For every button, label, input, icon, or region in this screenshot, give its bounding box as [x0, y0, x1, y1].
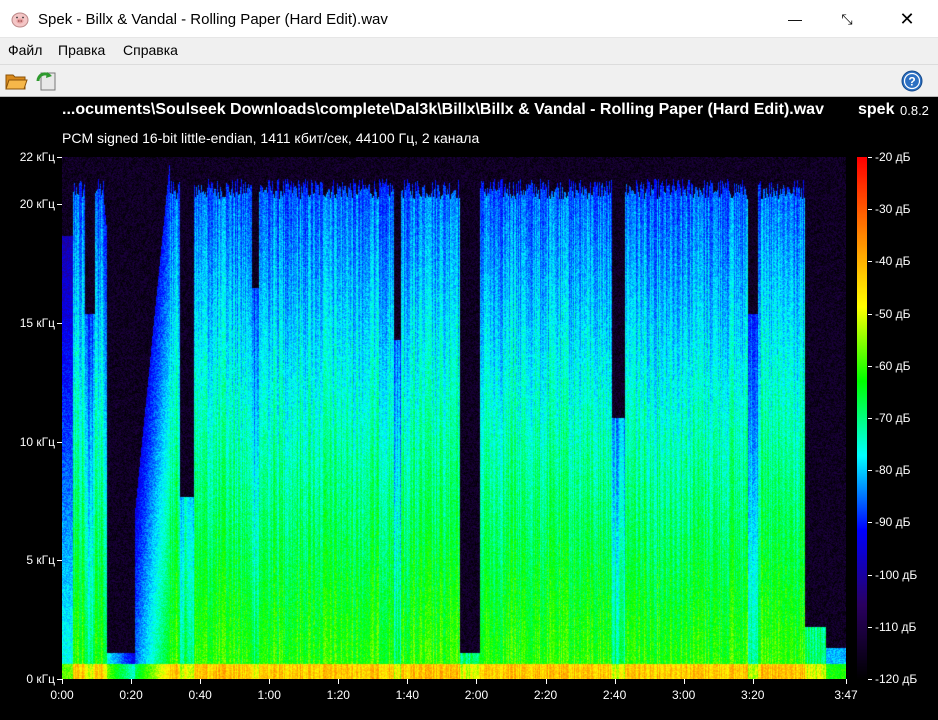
minimize-button[interactable]: —: [772, 0, 818, 38]
colorbar-label: -90 дБ: [875, 515, 911, 530]
spectrum-panel: ...ocuments\Soulseek Downloads\complete\…: [0, 97, 938, 720]
file-path-label: ...ocuments\Soulseek Downloads\complete\…: [62, 101, 824, 118]
y-tick: [57, 204, 62, 206]
x-tick: [614, 679, 616, 684]
x-tick: [200, 679, 202, 684]
x-tick-label: 2:20: [533, 688, 558, 702]
colorbar-label: -110 дБ: [875, 619, 917, 634]
colorbar-label: -60 дБ: [875, 358, 911, 373]
y-tick: [57, 157, 62, 158]
y-tick-label: 15 кГц: [19, 316, 55, 331]
colorbar-tick: [868, 679, 872, 680]
x-tick-label: 1:20: [326, 688, 350, 702]
help-icon[interactable]: ?: [900, 69, 924, 93]
x-tick: [683, 679, 685, 684]
colorbar-tick: [868, 626, 872, 628]
app-name-label: spek: [858, 101, 895, 118]
stream-info-label: PCM signed 16-bit little-endian, 1411 кб…: [62, 130, 480, 146]
x-tick: [752, 679, 754, 684]
x-tick: [846, 679, 847, 684]
x-tick: [476, 679, 478, 684]
x-tick-label: 1:40: [395, 688, 420, 702]
colorbar-tick: [868, 418, 872, 419]
y-tick: [57, 323, 62, 325]
y-tick: [57, 560, 62, 562]
close-icon: ✕: [899, 8, 915, 29]
colorbar-tick: [868, 365, 872, 367]
x-tick-label: 0:00: [50, 688, 74, 702]
x-tick: [62, 679, 63, 684]
y-tick-label: 0 кГц: [26, 672, 55, 686]
x-tick-label: 3:20: [741, 688, 765, 702]
colorbar-label: -30 дБ: [875, 202, 911, 217]
x-tick-label: 0:40: [188, 688, 212, 702]
menu-bar: Файл Правка Справка: [0, 38, 938, 64]
x-tick: [131, 679, 133, 684]
colorbar-tick: [868, 522, 872, 524]
menu-help[interactable]: Справка: [123, 42, 178, 58]
x-tick-label: 2:40: [602, 688, 627, 702]
colorbar-tick: [868, 209, 872, 211]
window-title: Spek - Billx & Vandal - Rolling Paper (H…: [38, 11, 388, 28]
colorbar-label: -50 дБ: [875, 306, 911, 321]
x-tick-label: 1:00: [257, 688, 281, 702]
title-bar: Spek - Billx & Vandal - Rolling Paper (H…: [0, 0, 938, 38]
menu-file[interactable]: Файл: [8, 42, 42, 58]
reload-icon[interactable]: [34, 69, 58, 93]
colorbar-label: -40 дБ: [875, 254, 911, 269]
x-tick-label: 0:20: [119, 688, 143, 702]
colorbar-tick: [868, 157, 872, 158]
colorbar-tick: [868, 261, 872, 263]
y-tick: [57, 441, 62, 443]
x-tick: [269, 679, 271, 684]
x-tick: [407, 679, 409, 684]
y-tick-label: 22 кГц: [19, 150, 55, 164]
colorbar-tick: [868, 470, 872, 472]
x-tick: [338, 679, 340, 684]
colorbar: [857, 157, 867, 679]
y-tick-label: 20 кГц: [19, 197, 55, 212]
colorbar-label: -20 дБ: [875, 150, 911, 164]
colorbar-label: -120 дБ: [875, 672, 918, 686]
y-tick-label: 5 кГц: [26, 553, 55, 568]
x-tick-label: 3:00: [671, 688, 696, 702]
x-tick-label: 3:47: [834, 688, 858, 702]
svg-text:?: ?: [908, 75, 915, 89]
colorbar-label: -70 дБ: [875, 411, 911, 425]
spectrogram-canvas: [62, 157, 846, 679]
app-version-label: 0.8.2: [900, 103, 929, 118]
minimize-icon: —: [788, 11, 802, 27]
menu-edit[interactable]: Правка: [58, 42, 105, 58]
y-tick-label: 10 кГц: [19, 434, 55, 449]
x-tick: [545, 679, 547, 684]
maximize-icon: ⤡: [841, 10, 853, 27]
spek-pig-icon: [11, 12, 29, 28]
colorbar-tick: [868, 574, 872, 576]
toolbar: ?: [0, 64, 938, 97]
folder-open-icon[interactable]: [4, 69, 28, 93]
colorbar-tick: [868, 313, 872, 315]
maximize-button[interactable]: ⤡: [824, 0, 870, 38]
x-tick-label: 2:00: [464, 688, 489, 702]
colorbar-label: -80 дБ: [875, 463, 911, 478]
colorbar-label: -100 дБ: [875, 567, 918, 582]
close-button[interactable]: ✕: [884, 0, 930, 38]
